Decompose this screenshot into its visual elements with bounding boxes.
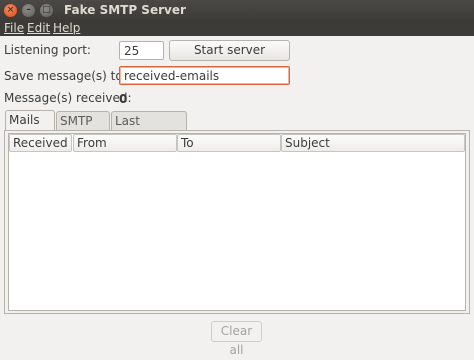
mails-table[interactable]: Received From To Subject [8,133,466,311]
tab-mails-list[interactable]: Mails list [5,110,55,145]
save-messages-label: Save message(s) to: [4,69,127,83]
column-header-to[interactable]: To [177,134,281,152]
menu-file[interactable]: File [4,21,24,36]
mails-list-panel: Received From To Subject [4,130,470,314]
save-path-input[interactable]: received-emails [119,66,290,85]
messages-received-count: 0 [119,92,128,106]
column-header-from[interactable]: From [73,134,177,152]
window-titlebar: × – □ Fake SMTP Server [0,0,474,21]
tab-smtp-log[interactable]: SMTP log [56,111,110,146]
listening-port-label: Listening port: [4,43,91,57]
column-header-subject[interactable]: Subject [281,134,465,152]
clear-all-button[interactable]: Clear all [211,321,262,357]
window-title: Fake SMTP Server [64,3,186,17]
column-header-received[interactable]: Received [9,134,72,152]
messages-received-label: Message(s) received: [4,91,132,105]
close-window-button[interactable]: × [4,4,17,17]
minimize-window-button[interactable]: – [22,4,35,17]
tab-last-message[interactable]: Last message [111,111,187,146]
start-server-button[interactable]: Start server [169,40,290,61]
menu-edit[interactable]: Edit [27,21,50,36]
listening-port-input[interactable]: 25 [119,41,164,60]
maximize-window-button[interactable]: □ [40,4,53,17]
menu-bar: File Edit Help [0,21,474,36]
menu-help[interactable]: Help [53,21,80,36]
